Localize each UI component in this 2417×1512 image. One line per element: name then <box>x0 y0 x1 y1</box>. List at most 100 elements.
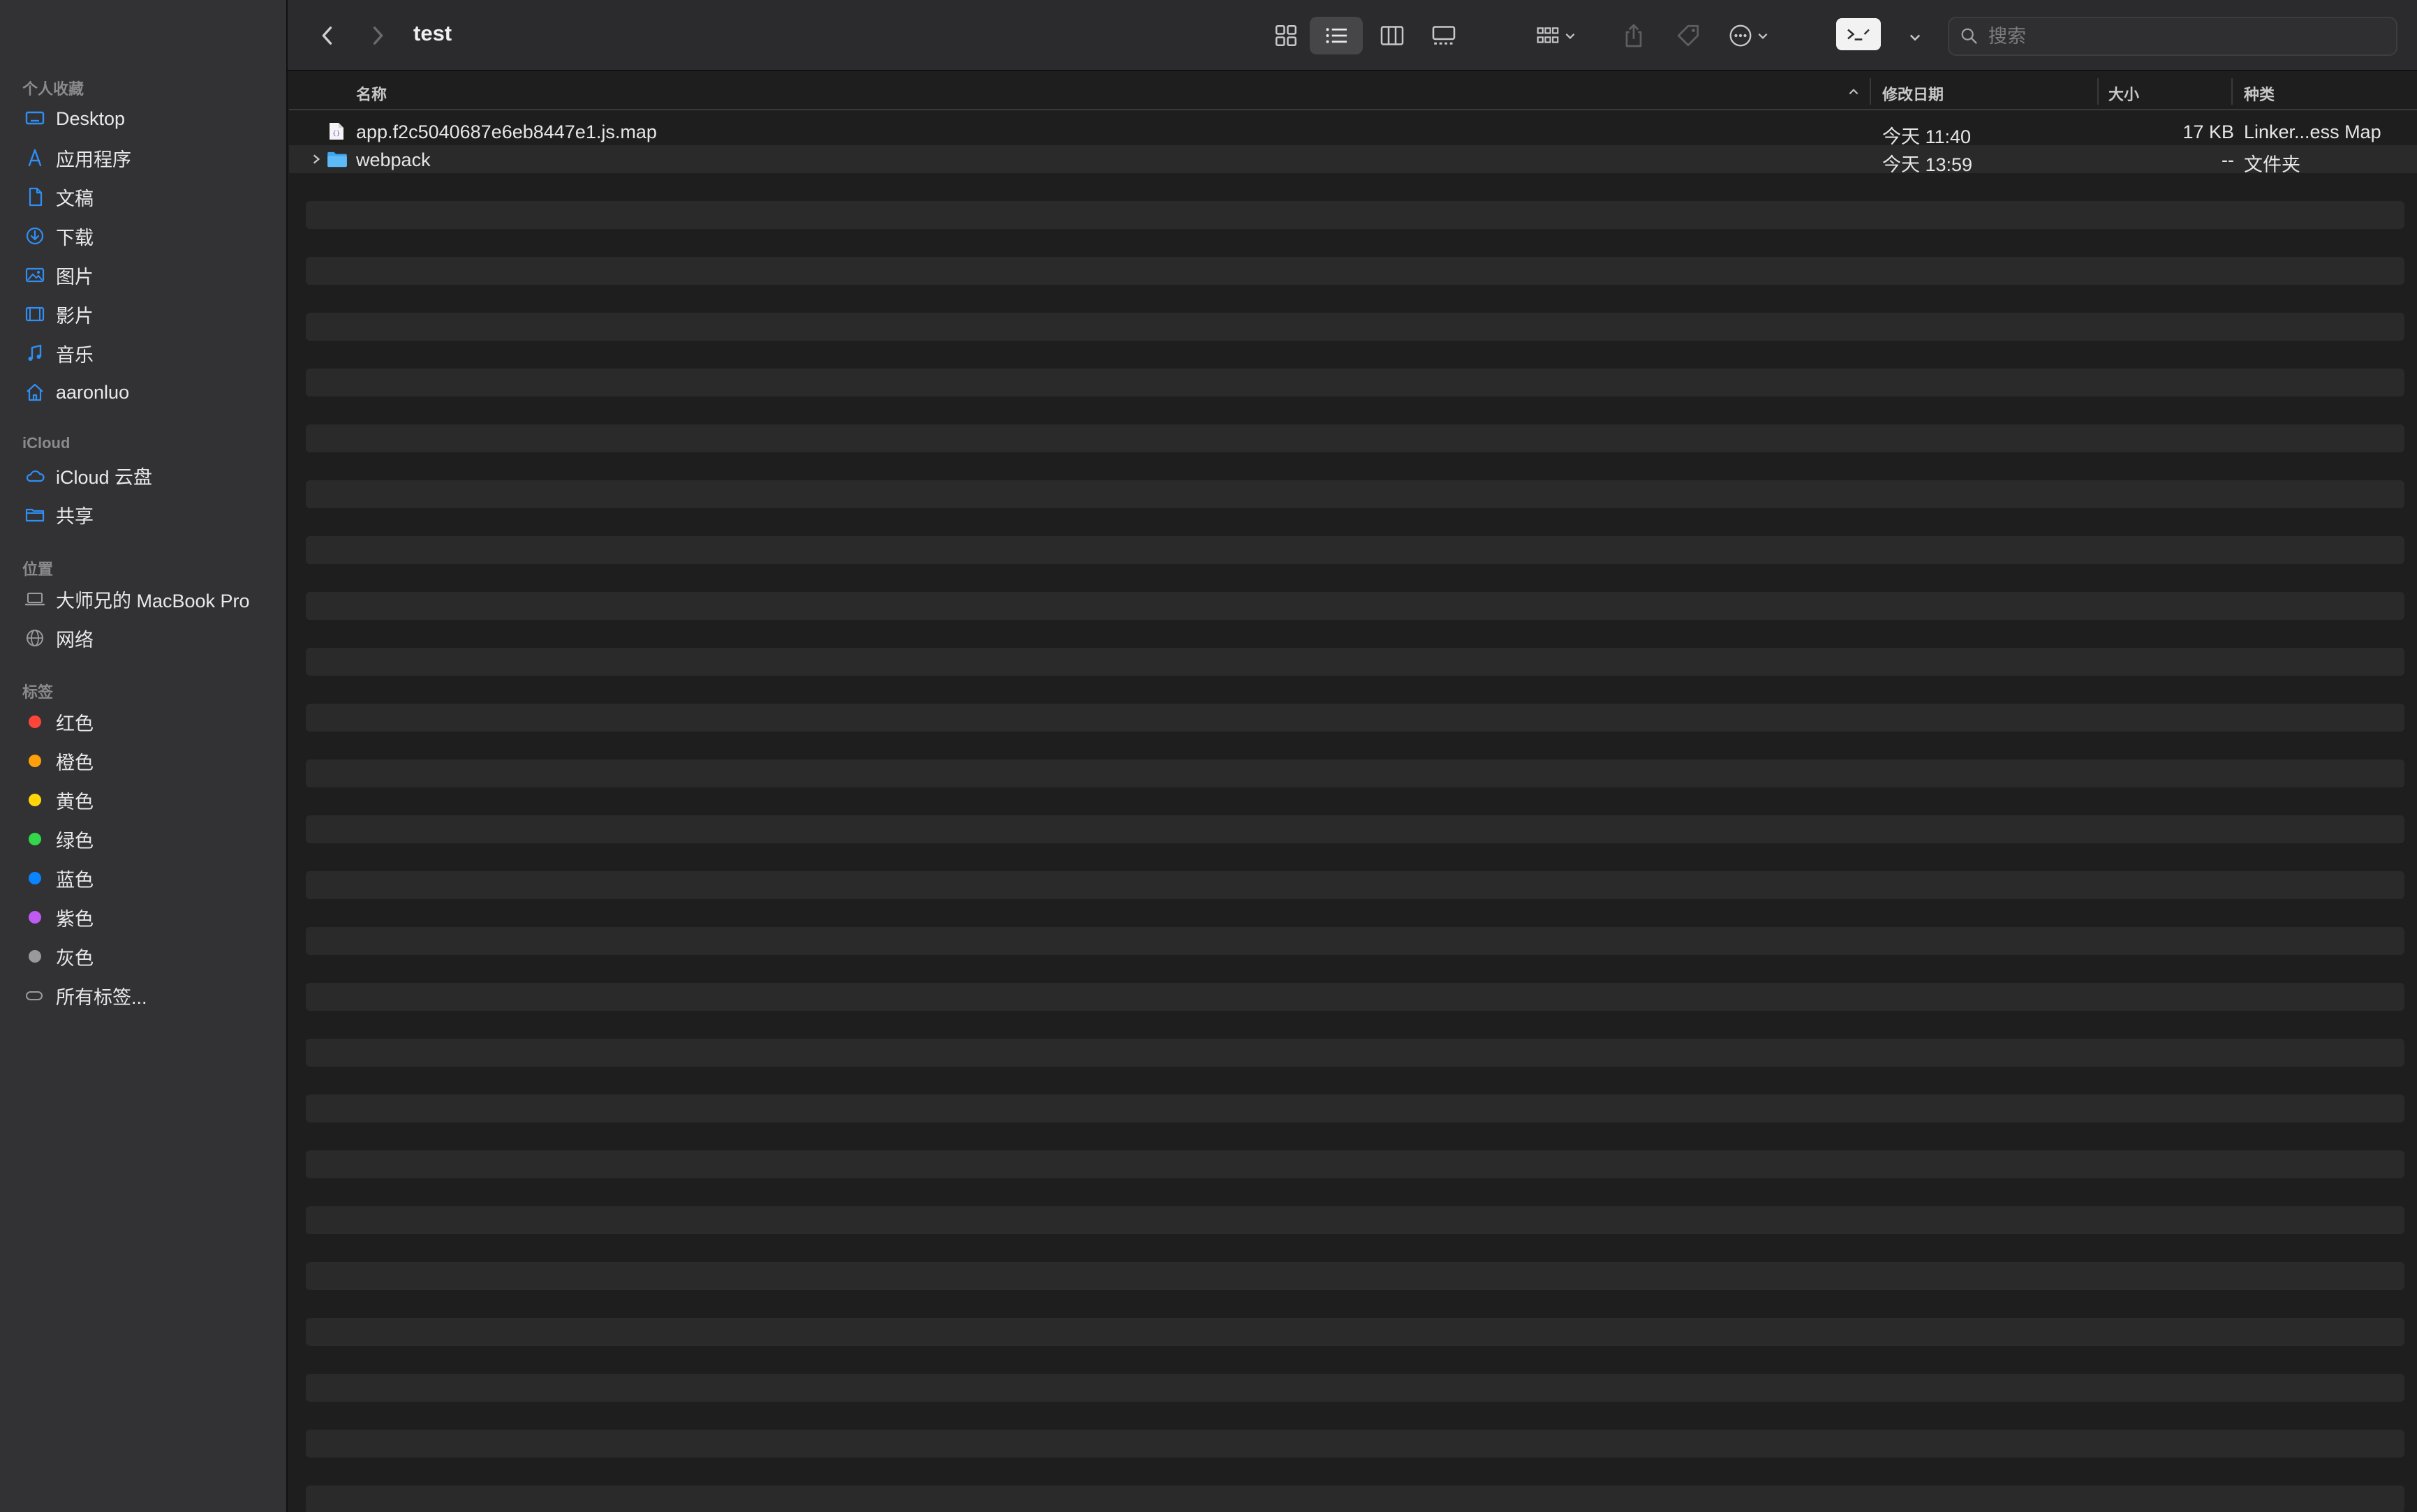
forward-button[interactable] <box>360 18 395 53</box>
file-modified: 今天 13:59 <box>1882 154 1973 175</box>
search-field[interactable] <box>1948 17 2397 56</box>
column-header-name[interactable]: 名称 <box>356 82 387 105</box>
sidebar-item-applications[interactable]: 应用程序 <box>21 140 279 175</box>
sidebar-item-movies[interactable]: 影片 <box>21 297 279 332</box>
group-by-button[interactable] <box>1528 17 1583 54</box>
terminal-icon <box>1847 29 1870 40</box>
empty-row-stripe <box>306 480 2404 508</box>
sort-ascending-icon <box>1849 89 1858 95</box>
gallery-view-icon <box>1432 26 1456 45</box>
sidebar-item-macbook[interactable]: 大师兄的 MacBook Pro <box>21 581 279 616</box>
gallery-view-button[interactable] <box>1423 17 1465 54</box>
table-row[interactable]: webpack 今天 13:59 -- 文件夹 <box>289 145 2417 175</box>
svg-text:{}: {} <box>332 131 340 138</box>
green-tag-dot-icon <box>29 833 41 845</box>
desktop-icon <box>21 105 49 133</box>
column-separator[interactable] <box>2231 78 2233 105</box>
search-input[interactable] <box>1987 24 2381 48</box>
column-separator[interactable] <box>2097 78 2099 105</box>
column-view-button[interactable] <box>1371 17 1413 54</box>
sidebar-item-tag-gray[interactable]: 灰色 <box>21 939 279 974</box>
more-actions-button[interactable] <box>1719 17 1777 54</box>
empty-row-stripe <box>306 1262 2404 1290</box>
sidebar-item-downloads[interactable]: 下载 <box>21 218 279 253</box>
sidebar-section-locations: 位置 <box>22 561 54 578</box>
all-tags-icon <box>21 981 49 1009</box>
sidebar-item-label: 蓝色 <box>56 869 94 891</box>
tag-icon <box>1677 24 1699 47</box>
empty-row-stripe <box>306 648 2404 676</box>
folder-icon <box>327 151 347 168</box>
sidebar-item-label: 文稿 <box>56 188 94 209</box>
sidebar-item-tag-green[interactable]: 绿色 <box>21 822 279 857</box>
sidebar-item-label: 音乐 <box>56 344 94 366</box>
column-header-size[interactable]: 大小 <box>2108 82 2139 105</box>
sidebar-item-label: 红色 <box>56 713 94 734</box>
chevron-down-icon <box>1565 33 1575 39</box>
chevron-down-icon <box>1909 34 1921 41</box>
sidebar-item-tag-yellow[interactable]: 黄色 <box>21 783 279 817</box>
yellow-tag-dot-icon <box>29 794 41 806</box>
icloud-icon <box>21 461 49 489</box>
sidebar-item-label: 共享 <box>56 505 94 527</box>
disclosure-triangle-icon[interactable] <box>310 153 323 165</box>
orange-tag-dot-icon <box>29 755 41 767</box>
sidebar-item-label: 应用程序 <box>56 149 131 170</box>
list-view-button[interactable] <box>1310 17 1363 54</box>
window-title: test <box>413 21 452 45</box>
grid-view-button[interactable] <box>1265 17 1307 54</box>
column-view-icon <box>1380 26 1404 45</box>
sidebar-item-shared[interactable]: 共享 <box>21 497 279 532</box>
sidebar-item-network[interactable]: 网络 <box>21 621 279 655</box>
sidebar-item-tag-red[interactable]: 红色 <box>21 704 279 739</box>
sidebar-item-all-tags[interactable]: 所有标签... <box>21 978 279 1013</box>
sidebar-item-label: 下载 <box>56 227 94 249</box>
sidebar-item-icloud-drive[interactable]: iCloud 云盘 <box>21 458 279 493</box>
search-icon <box>1961 28 1977 44</box>
back-button[interactable] <box>310 18 345 53</box>
table-row[interactable]: {} app.f2c5040687e6eb8447e1.js.map 今天 11… <box>289 117 2417 147</box>
sidebar-item-label: 黄色 <box>56 791 94 813</box>
pictures-icon <box>21 261 49 289</box>
empty-row-stripe <box>306 536 2404 564</box>
terminal-menu-button[interactable] <box>1898 18 1932 56</box>
sidebar-item-label: 大师兄的 MacBook Pro <box>56 590 250 612</box>
sidebar-item-desktop[interactable]: Desktop <box>21 101 279 136</box>
share-icon <box>1625 24 1642 47</box>
empty-row-stripe <box>306 871 2404 899</box>
sidebar-item-home[interactable]: aaronluo <box>21 375 279 410</box>
sidebar-item-tag-purple[interactable]: 紫色 <box>21 900 279 935</box>
sidebar-item-music[interactable]: 音乐 <box>21 336 279 371</box>
column-separator[interactable] <box>1870 78 1871 105</box>
shared-folder-icon <box>21 501 49 528</box>
column-header-modified[interactable]: 修改日期 <box>1882 82 1944 105</box>
empty-row-stripe <box>306 369 2404 396</box>
sidebar-item-tag-blue[interactable]: 蓝色 <box>21 861 279 896</box>
movies-icon <box>21 300 49 328</box>
chevron-left-icon <box>322 27 332 45</box>
grid-view-icon <box>1276 25 1296 46</box>
sidebar-item-label: 紫色 <box>56 908 94 930</box>
sidebar-item-label: aaronluo <box>56 381 130 403</box>
empty-row-stripe <box>306 1430 2404 1458</box>
empty-row-stripe <box>306 257 2404 285</box>
share-button[interactable] <box>1614 17 1653 54</box>
empty-row-stripe <box>306 704 2404 732</box>
sidebar-section-tags: 标签 <box>22 683 54 701</box>
sidebar-section-icloud: iCloud <box>22 434 71 452</box>
sidebar-item-documents[interactable]: 文稿 <box>21 179 279 214</box>
blue-tag-dot-icon <box>29 872 41 884</box>
tag-button[interactable] <box>1669 17 1708 54</box>
file-size: 17 KB <box>2182 121 2234 142</box>
empty-row-stripe <box>306 927 2404 955</box>
file-list: {} app.f2c5040687e6eb8447e1.js.map 今天 11… <box>289 110 2417 1512</box>
sidebar-item-pictures[interactable]: 图片 <box>21 258 279 292</box>
sidebar-item-tag-orange[interactable]: 橙色 <box>21 743 279 778</box>
laptop-icon <box>21 585 49 613</box>
home-icon <box>21 378 49 406</box>
sidebar-section-favorites: 个人收藏 <box>22 80 84 98</box>
terminal-button[interactable] <box>1836 18 1881 50</box>
column-header-kind[interactable]: 种类 <box>2244 82 2275 105</box>
chevron-down-icon <box>1758 33 1768 39</box>
chevron-right-icon <box>373 27 383 45</box>
